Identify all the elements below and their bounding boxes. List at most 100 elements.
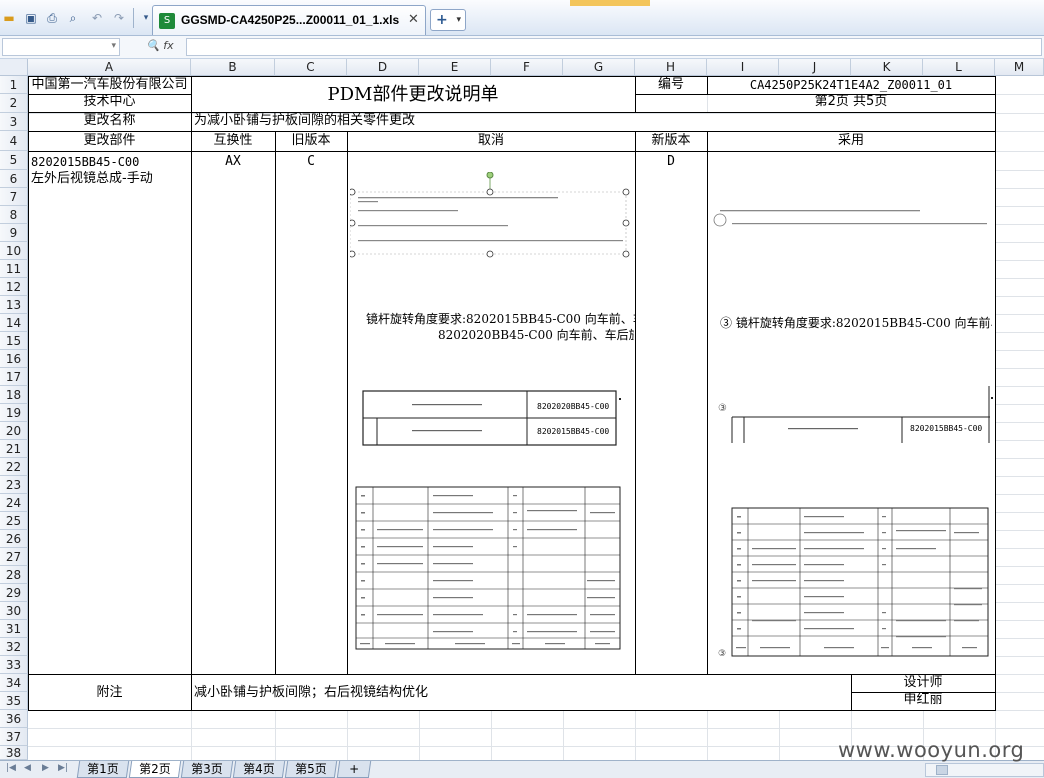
row-header[interactable]: 5 bbox=[0, 151, 28, 170]
row-header[interactable]: 8 bbox=[0, 206, 28, 224]
cancel-title-block-image[interactable]: 8202020BB45-C00 8202015BB45-C00 bbox=[362, 390, 624, 450]
row-header[interactable]: 25 bbox=[0, 512, 28, 530]
row-header[interactable]: 36 bbox=[0, 710, 28, 728]
row-header[interactable]: 37 bbox=[0, 728, 28, 746]
name-box[interactable]: ▾ bbox=[2, 38, 120, 56]
number-value[interactable]: CA4250P25K24T1E4A2_Z00011_01 bbox=[707, 77, 995, 94]
horizontal-scrollbar[interactable] bbox=[925, 763, 1044, 777]
column-header[interactable]: I bbox=[707, 59, 779, 76]
row-header[interactable]: 22 bbox=[0, 458, 28, 476]
company-name[interactable]: 中国第一汽车股份有限公司 bbox=[28, 77, 191, 94]
undo-icon[interactable]: ↶ bbox=[88, 9, 106, 27]
row-header[interactable]: 13 bbox=[0, 296, 28, 314]
cancel-notes-image[interactable] bbox=[350, 172, 632, 264]
old-version-value[interactable]: C bbox=[275, 154, 347, 171]
next-sheet-icon[interactable]: ▶ bbox=[42, 763, 49, 773]
adopt-angle-text[interactable]: ③ 镜杆旋转角度要求:8202015BB45-C00 向车前、车后旋转45° bbox=[720, 315, 992, 331]
adopt-title-block-image[interactable]: ③ 8202015BB45-C00 bbox=[712, 385, 994, 445]
row-header[interactable]: 1 bbox=[0, 76, 28, 94]
row-header[interactable]: 34 bbox=[0, 674, 28, 692]
row-header[interactable]: 38 bbox=[0, 746, 28, 760]
form-title[interactable]: PDM部件更改说明单 bbox=[191, 77, 635, 112]
row-header[interactable]: 32 bbox=[0, 638, 28, 656]
row-header[interactable]: 16 bbox=[0, 350, 28, 368]
number-label[interactable]: 编号 bbox=[635, 77, 707, 94]
row-header[interactable]: 10 bbox=[0, 242, 28, 260]
column-header[interactable]: C bbox=[275, 59, 347, 76]
header-new-version[interactable]: 新版本 bbox=[635, 133, 707, 150]
row-header[interactable]: 23 bbox=[0, 476, 28, 494]
row-header[interactable]: 7 bbox=[0, 188, 28, 206]
row-header[interactable]: 19 bbox=[0, 404, 28, 422]
close-icon[interactable]: ✕ bbox=[408, 12, 419, 27]
cancel-angle-text-1[interactable]: 镜杆旋转角度要求:8202015BB45-C00 向车前、车后旋转45° bbox=[366, 311, 636, 327]
redo-icon[interactable]: ↷ bbox=[110, 9, 128, 27]
column-header[interactable]: M bbox=[995, 59, 1044, 76]
sheet-tab[interactable]: 第4页 bbox=[232, 761, 286, 778]
row-header[interactable]: 21 bbox=[0, 440, 28, 458]
row-header[interactable]: 17 bbox=[0, 368, 28, 386]
change-name-label[interactable]: 更改名称 bbox=[28, 113, 191, 130]
row-header[interactable]: 4 bbox=[0, 131, 28, 151]
row-header[interactable]: 2 bbox=[0, 94, 28, 113]
cancel-bom-table-image[interactable] bbox=[355, 486, 623, 652]
row-header[interactable]: 35 bbox=[0, 692, 28, 710]
row-header[interactable]: 30 bbox=[0, 602, 28, 620]
document-tab[interactable]: S GGSMD-CA4250P25...Z00011_01_1.xls ✕ bbox=[152, 5, 426, 35]
column-header[interactable]: L bbox=[923, 59, 995, 76]
row-header[interactable]: 3 bbox=[0, 113, 28, 131]
save-icon[interactable]: ▣ bbox=[22, 9, 40, 27]
print-preview-icon[interactable]: ⌕ bbox=[64, 9, 82, 27]
row-header[interactable]: 27 bbox=[0, 548, 28, 566]
formula-input[interactable] bbox=[186, 38, 1042, 56]
sheet-tab[interactable]: 第1页 bbox=[76, 761, 130, 778]
cancel-angle-text-2[interactable]: 8202020BB45-C00 向车前、车后旋转45° bbox=[438, 327, 634, 343]
designer-name[interactable]: 申红丽 bbox=[851, 692, 995, 709]
change-name-value[interactable]: 为减小卧铺与护板间隙的相关零件更改 bbox=[194, 113, 694, 130]
header-interchange[interactable]: 互换性 bbox=[191, 133, 275, 150]
new-tab-button[interactable]: + ▾ bbox=[430, 9, 466, 31]
column-header[interactable]: B bbox=[191, 59, 275, 76]
column-header[interactable]: F bbox=[491, 59, 563, 76]
chevron-down-icon[interactable]: ▾ bbox=[456, 10, 461, 30]
sheet-tab[interactable]: 第3页 bbox=[180, 761, 234, 778]
add-sheet-button[interactable]: + bbox=[336, 761, 372, 778]
row-header[interactable]: 18 bbox=[0, 386, 28, 404]
column-header[interactable]: J bbox=[779, 59, 851, 76]
row-header[interactable]: 33 bbox=[0, 656, 28, 674]
adopt-notes-image[interactable] bbox=[712, 200, 992, 240]
header-old-version[interactable]: 旧版本 bbox=[275, 133, 347, 150]
new-version-value[interactable]: D bbox=[635, 154, 707, 171]
zoom-icon[interactable]: 🔍 bbox=[146, 39, 160, 52]
sheet-tab[interactable]: 第5页 bbox=[284, 761, 338, 778]
row-header[interactable]: 6 bbox=[0, 170, 28, 188]
open-folder-icon[interactable]: ▬ bbox=[0, 9, 18, 27]
remark-value[interactable]: 减小卧铺与护板间隙；右后视镜结构优化 bbox=[194, 675, 844, 710]
last-sheet-icon[interactable]: ▶| bbox=[58, 763, 68, 773]
remark-label[interactable]: 附注 bbox=[28, 675, 191, 710]
designer-label[interactable]: 设计师 bbox=[851, 675, 995, 692]
page-info[interactable]: 第2页 共5页 bbox=[707, 94, 995, 111]
row-header[interactable]: 12 bbox=[0, 278, 28, 296]
print-icon[interactable]: ⎙ bbox=[43, 9, 61, 27]
sheet-tab[interactable]: 第2页 bbox=[128, 761, 182, 778]
first-sheet-icon[interactable]: |◀ bbox=[6, 763, 16, 773]
column-header[interactable]: K bbox=[851, 59, 923, 76]
column-header[interactable]: D bbox=[347, 59, 419, 76]
row-header[interactable]: 15 bbox=[0, 332, 28, 350]
row-header[interactable]: 28 bbox=[0, 566, 28, 584]
header-adopt[interactable]: 采用 bbox=[707, 133, 995, 150]
fx-icon[interactable]: fx bbox=[163, 39, 173, 52]
column-header[interactable]: H bbox=[635, 59, 707, 76]
row-header[interactable]: 11 bbox=[0, 260, 28, 278]
adopt-bom-table-image[interactable]: ③ bbox=[714, 496, 992, 662]
part-name[interactable]: 左外后视镜总成-手动 bbox=[31, 171, 191, 188]
row-header[interactable]: 20 bbox=[0, 422, 28, 440]
header-part[interactable]: 更改部件 bbox=[28, 133, 191, 150]
prev-sheet-icon[interactable]: ◀ bbox=[24, 763, 31, 773]
row-header[interactable]: 9 bbox=[0, 224, 28, 242]
row-header[interactable]: 14 bbox=[0, 314, 28, 332]
column-header[interactable]: E bbox=[419, 59, 491, 76]
interchange-value[interactable]: AX bbox=[191, 154, 275, 171]
column-header[interactable]: G bbox=[563, 59, 635, 76]
